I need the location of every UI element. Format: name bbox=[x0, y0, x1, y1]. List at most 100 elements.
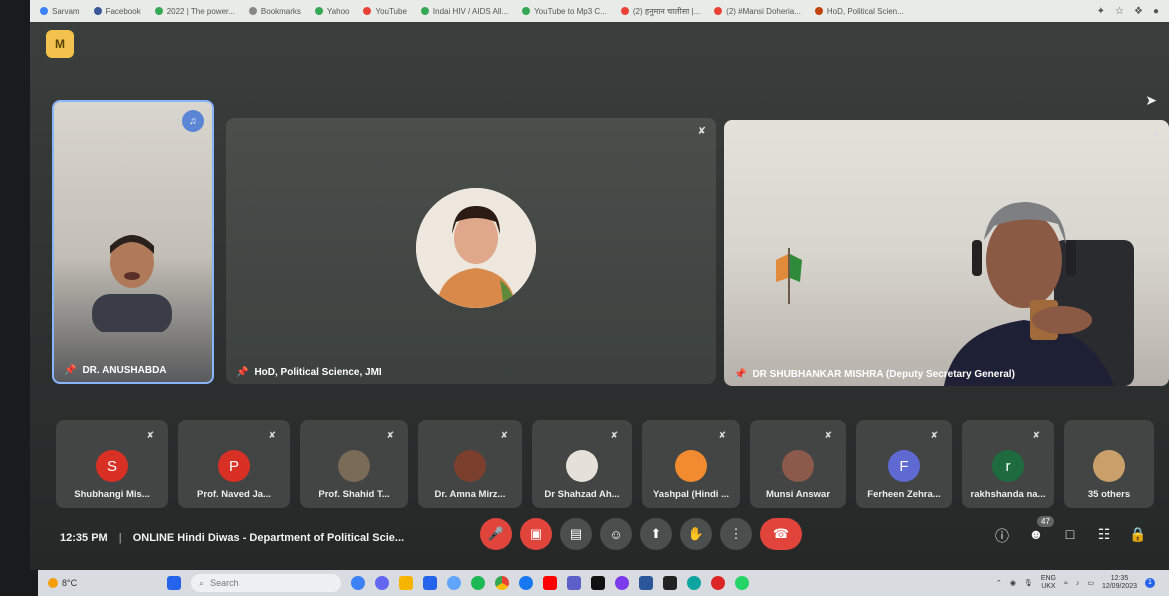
chat-icon: □ bbox=[1065, 526, 1075, 542]
bookmark-item[interactable]: (2) हनुमान चालीसा |... bbox=[620, 6, 701, 17]
facebook-icon[interactable] bbox=[519, 576, 534, 590]
reactions-button[interactable]: ☺ bbox=[600, 518, 632, 550]
leave-call-button[interactable]: ☎ bbox=[760, 518, 802, 550]
windows-taskbar: 8°C ⌕ Search ⌃ ◉ 🎙 ENG UKX ≈ ♪ ▭ 12:35 1… bbox=[38, 570, 1169, 596]
puzzle-icon[interactable]: ❖ bbox=[1134, 6, 1143, 17]
youtube-icon[interactable] bbox=[543, 576, 558, 590]
bookmark-item[interactable]: YouTube to Mp3 C... bbox=[522, 7, 607, 16]
video-tile-hod[interactable]: ✘ 📌 HoD, Political Science, JMI bbox=[226, 118, 716, 384]
bookmark-item[interactable]: Indai HIV / AIDS All... bbox=[420, 7, 508, 16]
profile-icon[interactable]: ● bbox=[1153, 6, 1159, 17]
bookmark-favicon-icon bbox=[363, 7, 372, 15]
participant-tile[interactable]: ✘ Yashpal (Hindi ... bbox=[642, 420, 740, 508]
screen-bezel-corner bbox=[30, 570, 38, 596]
pin-icon[interactable]: 📌 bbox=[236, 367, 248, 378]
start-icon[interactable] bbox=[167, 576, 182, 590]
raise-hand-button[interactable]: ✋ bbox=[680, 518, 712, 550]
participant-tile[interactable]: ✘ r rakhshanda na... bbox=[962, 420, 1054, 508]
word-icon[interactable] bbox=[639, 576, 654, 590]
pin-icon[interactable]: 📌 bbox=[64, 365, 76, 376]
mic-off-icon: ✘ bbox=[824, 430, 832, 440]
flag-icon bbox=[776, 248, 802, 304]
cortana-icon[interactable] bbox=[447, 576, 462, 590]
bookmark-label: 2022 | The power... bbox=[166, 6, 235, 16]
spotify-icon[interactable] bbox=[471, 576, 486, 590]
wifi-icon[interactable]: ≈ bbox=[1064, 580, 1068, 587]
bookmark-item[interactable]: 2022 | The power... bbox=[154, 6, 235, 16]
chat-button[interactable]: □ bbox=[1061, 526, 1079, 546]
participant-tile[interactable]: ✘ Dr. Amna Mirz... bbox=[418, 420, 522, 508]
more-options-button[interactable]: ⋮ bbox=[720, 518, 752, 550]
app-icon[interactable] bbox=[591, 576, 606, 590]
bookmark-label: Bookmarks bbox=[260, 6, 301, 16]
mic-off-icon: ✘ bbox=[718, 430, 726, 440]
search-box[interactable]: ⌕ Search bbox=[191, 574, 342, 592]
notification-icon[interactable]: 1 bbox=[1145, 578, 1155, 588]
hang-up-icon: ☎ bbox=[772, 526, 790, 541]
language-indicator[interactable]: ENG UKX bbox=[1041, 575, 1056, 591]
edge-icon[interactable] bbox=[687, 576, 702, 590]
app-red-icon[interactable] bbox=[711, 576, 726, 590]
volume-icon[interactable]: ♪ bbox=[1076, 580, 1080, 587]
meeting-info-button[interactable]: ⓘ bbox=[993, 526, 1011, 546]
battery-icon[interactable]: ▭ bbox=[1087, 579, 1094, 587]
mic-toggle-button[interactable]: 🎤 bbox=[480, 518, 512, 550]
bookmark-item[interactable]: Yahoo bbox=[314, 7, 349, 16]
bookmark-item[interactable]: YouTube bbox=[363, 7, 407, 16]
participant-count-badge: 47 bbox=[1037, 516, 1054, 527]
meet-logo[interactable]: M bbox=[46, 30, 74, 58]
clock-date: 12/09/2023 bbox=[1101, 583, 1137, 590]
bookmark-favicon-icon bbox=[620, 7, 629, 15]
captions-button[interactable]: ▤ bbox=[560, 518, 592, 550]
mic-off-icon: ✘ bbox=[500, 430, 508, 440]
weather-widget[interactable]: 8°C bbox=[48, 578, 77, 588]
network-icon[interactable]: ◉ bbox=[1010, 579, 1016, 587]
participant-tile[interactable]: ✘ Dr Shahzad Ah... bbox=[532, 420, 632, 508]
chevron-up-icon[interactable]: ⌃ bbox=[996, 579, 1002, 587]
meeting-details[interactable]: 12:35 PM | ONLINE Hindi Diwas - Departme… bbox=[60, 532, 404, 544]
extensions-icon[interactable]: ✦ bbox=[1097, 6, 1105, 17]
mic-off-icon: 🎤 bbox=[487, 526, 505, 541]
file-explorer-icon[interactable] bbox=[399, 576, 414, 590]
bookmark-item[interactable]: Bookmarks bbox=[248, 6, 301, 16]
pin-icon[interactable]: 📌 bbox=[734, 369, 746, 380]
bookmark-favicon-icon bbox=[248, 7, 257, 15]
bookmark-favicon-icon bbox=[154, 7, 163, 15]
mic-icon[interactable]: 🎙 bbox=[1024, 579, 1033, 587]
teams-icon[interactable] bbox=[375, 576, 390, 590]
participant-tile[interactable]: ✘ Prof. Shahid T... bbox=[300, 420, 408, 508]
participant-tile[interactable]: ✘ F Ferheen Zehra... bbox=[856, 420, 952, 508]
bookmark-item[interactable]: Sarvam bbox=[40, 7, 80, 16]
ms-teams-icon[interactable] bbox=[567, 576, 582, 590]
fitness-icon[interactable] bbox=[663, 576, 678, 590]
mail-icon[interactable] bbox=[423, 576, 438, 590]
video-tile-shubhankar[interactable]: ● 📌 DR SHUBHANKAR MISHRA (Deputy Secreta… bbox=[724, 120, 1169, 386]
star-icon[interactable]: ☆ bbox=[1115, 6, 1124, 17]
search-icon: ⌕ bbox=[199, 577, 205, 588]
bookmark-item[interactable]: Facebook bbox=[93, 6, 141, 16]
present-button[interactable]: ⬆ bbox=[640, 518, 672, 550]
bookmark-label: (2) हनुमान चालीसा |... bbox=[632, 6, 701, 16]
whatsapp-icon[interactable] bbox=[735, 576, 750, 590]
participant-name: Prof. Shahid T... bbox=[318, 489, 390, 500]
activities-icon: ☷ bbox=[1097, 526, 1111, 542]
bookmark-label: Facebook bbox=[105, 6, 141, 16]
video-tile-anushabda[interactable]: ♫ 📌 DR. ANUSHABDA bbox=[52, 100, 214, 384]
participant-tile[interactable]: 35 others bbox=[1064, 420, 1154, 508]
bookmark-item[interactable]: HoD, Political Scien... bbox=[814, 7, 904, 16]
people-button[interactable]: 47 ☻ bbox=[1027, 516, 1054, 546]
messenger-icon[interactable] bbox=[615, 576, 630, 590]
participant-tile[interactable]: ✘ P Prof. Naved Ja... bbox=[178, 420, 290, 508]
mic-off-icon: ● bbox=[1152, 128, 1159, 139]
camera-toggle-button[interactable]: ▣ bbox=[520, 518, 552, 550]
participant-tile[interactable]: ✘ S Shubhangi Mis... bbox=[56, 420, 168, 508]
present-screen-icon: ⬆ bbox=[650, 526, 662, 541]
host-controls-button[interactable]: 🔒 bbox=[1129, 526, 1147, 546]
clock[interactable]: 12:35 12/09/2023 bbox=[1102, 575, 1137, 591]
task-view-icon[interactable] bbox=[351, 576, 366, 590]
activities-button[interactable]: ☷ bbox=[1095, 526, 1113, 546]
bookmark-item[interactable]: (2) #Mansi Doheria... bbox=[714, 7, 801, 16]
participant-tile[interactable]: ✘ Munsi Answar bbox=[750, 420, 846, 508]
chrome-icon[interactable] bbox=[495, 576, 510, 590]
more-vert-icon: ⋮ bbox=[729, 526, 743, 541]
